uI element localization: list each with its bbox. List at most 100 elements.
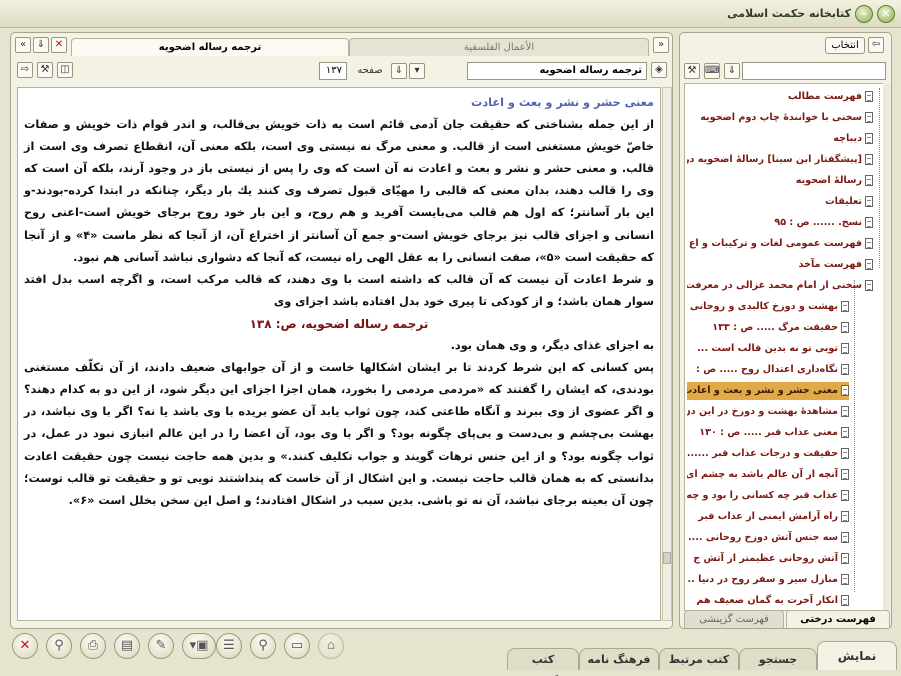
bookmark-dropdown-icon[interactable]: ▾▣	[182, 633, 216, 659]
page-icon	[865, 258, 873, 270]
tab-english-books[interactable]: كتب انگلیسی	[507, 648, 579, 676]
back-arrow-icon[interactable]: ⇦	[868, 37, 884, 53]
tag-icon[interactable]: ◈	[651, 62, 667, 78]
arrow-down-icon[interactable]: ⇓	[33, 37, 49, 53]
toc-item-label: معنی حشر و نشر و بعث و اعادت	[687, 385, 838, 396]
tab-tree-index[interactable]: فهرست درختی	[786, 610, 890, 628]
exit-icon[interactable]: ✕	[12, 633, 38, 659]
tabs-scroll-left-icon[interactable]: «	[15, 37, 31, 53]
tab-search[interactable]: جستجو	[739, 648, 817, 670]
toc-item-label: تعلیقات	[825, 196, 862, 207]
toc-tree[interactable]: فهرست مطالب سخنی با خوانندهٔ چاپ دوم اضحو…	[684, 83, 884, 611]
toc-item-label: راه آرامش ایمنی از عذاب قبر	[698, 511, 838, 522]
tab-display[interactable]: نمایش	[817, 641, 897, 670]
toc-item[interactable]: حقیقت و درجات عذاب قبر .......	[687, 445, 849, 463]
toc-item[interactable]: رسالهٔ اضحویه	[687, 172, 873, 190]
select-button[interactable]: انتخاب	[825, 37, 865, 54]
page-icon	[841, 594, 849, 606]
print-icon[interactable]: ⎙	[80, 633, 106, 659]
wrench-icon[interactable]: ⚒	[37, 62, 53, 78]
toc-item[interactable]: فهرست مآخذ	[687, 256, 873, 274]
toc-item-label: انکار آخرت به گمان ضعیف هم	[696, 595, 838, 606]
toc-item[interactable]: مشاهدهٔ بهشت و دوزخ در این دن	[687, 403, 849, 421]
next-arrow-icon[interactable]: ⇨	[17, 62, 33, 78]
toc-item[interactable]: معنی عذاب قبر ..... ص : ۱۳۰	[687, 424, 849, 442]
page-icon	[841, 363, 849, 375]
tab-dictionary[interactable]: فرهنگ نامه	[579, 648, 659, 670]
paragraph: از این جمله بشناختی که حقیقت جان آدمی قا…	[24, 118, 654, 264]
tab-current-book[interactable]: ترجمه رساله اضحويه	[71, 38, 349, 56]
close-tab-icon[interactable]: ✕	[51, 37, 67, 53]
toc-item-label: سه جنس آتش دوزخ روحانی .....	[687, 532, 838, 543]
page-icon	[841, 405, 849, 417]
tab-other-book[interactable]: الأعمال الفلسفية	[349, 38, 649, 56]
disabled-tool-icon: ⌂	[318, 633, 344, 659]
toc-item[interactable]: سه جنس آتش دوزخ روحانی .....	[687, 529, 849, 547]
toc-item[interactable]: [پیشگفتار ابن سینا] رسالهٔ اضحویه در	[687, 151, 873, 169]
book-icon	[865, 174, 873, 186]
toc-item[interactable]: انکار آخرت به گمان ضعیف هم	[687, 592, 849, 610]
search-arrow-icon[interactable]: ⇓	[724, 63, 740, 79]
toc-item-label: نسخ. ...... ص : ۹۵	[774, 217, 862, 228]
page-icon	[865, 111, 873, 123]
toc-item-label: منازل سیر و سفر روح در دنیا ...	[687, 574, 838, 585]
page-icon	[865, 237, 873, 249]
page-marker: ترجمه رساله اضحويه، ص: ۱۳۸	[249, 316, 429, 331]
toc-item[interactable]: نسخ. ...... ص : ۹۵	[687, 214, 873, 232]
toc-item[interactable]: سخنی با خوانندهٔ چاپ دوم اضحویه	[687, 109, 873, 127]
book-icon	[865, 195, 873, 207]
minimize-window-button[interactable]: –	[855, 5, 873, 23]
book-icon[interactable]: ▤	[114, 633, 140, 659]
document-scrollbar[interactable]	[662, 87, 672, 621]
toc-item[interactable]: آتش روحانی عظیمتر از آتش ج	[687, 550, 849, 568]
toc-item[interactable]: نگاه‌داری اعتدال روح ..... ص :	[687, 361, 849, 379]
page-dropdown-icon[interactable]: ▾	[409, 63, 425, 79]
toc-item-label: تویی تو نه بدین قالب است ...	[697, 343, 838, 354]
toc-item[interactable]: فهرست مطالب	[687, 88, 873, 106]
go-page-arrow-icon[interactable]: ⇓	[391, 63, 407, 79]
toc-item[interactable]: معنی حشر و نشر و بعث و اعادت	[687, 382, 849, 400]
tab-related-books[interactable]: كتب مرتبط	[659, 648, 739, 670]
toc-item[interactable]: بهشت و دوزخ کالبدی و روحانی	[687, 298, 849, 316]
toc-item[interactable]: عذاب قبر چه کسانی را بود و چه	[687, 487, 849, 505]
close-window-button[interactable]: ✕	[877, 5, 895, 23]
magnifier-icon[interactable]: ⚲	[250, 633, 276, 659]
toc-item[interactable]: سخنی از امام محمد غزالی در معرفت	[687, 277, 873, 295]
toc-item[interactable]: منازل سیر و سفر روح در دنیا ...	[687, 571, 849, 589]
toc-item-label: نگاه‌داری اعتدال روح ..... ص :	[696, 364, 838, 375]
toc-item-label: فهرست عمومی لغات و ترکیبات و اع	[688, 238, 862, 249]
toc-search-input[interactable]	[742, 62, 886, 80]
page-icon	[865, 153, 873, 165]
toc-item-label: دیباچه	[833, 133, 862, 144]
toc-item-label: معنی عذاب قبر ..... ص : ۱۳۰	[699, 427, 838, 438]
page-number-input[interactable]: ۱۳۷	[319, 62, 347, 80]
toc-item-label: رسالهٔ اضحویه	[795, 175, 862, 186]
toc-item[interactable]: آنچه از آن عالم باشد به چشم ای	[687, 466, 849, 484]
tab-selected-index[interactable]: فهرست گزینشی	[684, 610, 784, 628]
book-title-field[interactable]: ترجمه رساله اضحويه	[467, 62, 647, 80]
page-icon	[841, 573, 849, 585]
toc-item[interactable]: راه آرامش ایمنی از عذاب قبر	[687, 508, 849, 526]
open-book-icon[interactable]: ▭	[284, 633, 310, 659]
document-content[interactable]: معنی حشر و نشر و بعث و اعادت از این جمله…	[17, 87, 661, 621]
toc-item[interactable]: تعلیقات	[687, 193, 873, 211]
toc-item[interactable]: تویی تو نه بدین قالب است ...	[687, 340, 849, 358]
keyboard-icon[interactable]: ⌨	[704, 63, 720, 79]
toc-item[interactable]: فهرست عمومی لغات و ترکیبات و اع	[687, 235, 873, 253]
wrench-icon[interactable]: ⚒	[684, 63, 700, 79]
toc-item-label: آتش روحانی عظیمتر از آتش ج	[693, 553, 838, 564]
toc-item-label: سخنی با خوانندهٔ چاپ دوم اضحویه	[700, 112, 862, 123]
list-icon[interactable]: ☰	[216, 633, 242, 659]
toc-item[interactable]: دیباچه	[687, 130, 873, 148]
toc-scrollbar[interactable]	[883, 83, 890, 611]
toc-item-label: بهشت و دوزخ کالبدی و روحانی	[689, 301, 838, 312]
toc-item-label: حقیقت و درجات عذاب قبر .......	[687, 448, 838, 459]
page-icon	[841, 531, 849, 543]
tabs-scroll-right-icon[interactable]: »	[653, 37, 669, 53]
page-icon	[841, 300, 849, 312]
toc-item[interactable]: حقیقت مرگ ..... ص : ۱۳۳	[687, 319, 849, 337]
split-view-icon[interactable]: ◫	[57, 62, 73, 78]
edit-note-icon[interactable]: ✎	[148, 633, 174, 659]
help-icon[interactable]: ⚲	[46, 633, 72, 659]
page-icon	[865, 216, 873, 228]
